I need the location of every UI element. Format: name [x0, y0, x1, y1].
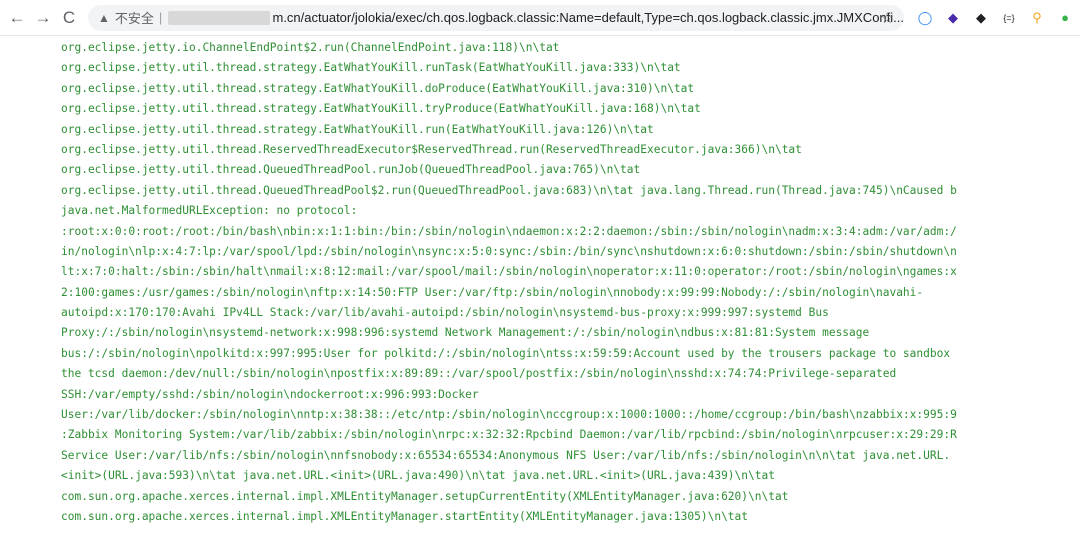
log-line: java.net.MalformedURLException: no proto…	[61, 204, 358, 218]
log-line: org.eclipse.jetty.util.thread.QueuedThre…	[61, 163, 641, 177]
log-line: 2:100:games:/usr/games:/sbin/nologin\nft…	[61, 285, 924, 299]
log-line: org.eclipse.jetty.util.thread.strategy.E…	[61, 81, 695, 95]
log-line: org.eclipse.jetty.util.thread.strategy.E…	[61, 122, 654, 136]
log-line: :Zabbix Monitoring System:/var/lib/zabbi…	[61, 428, 957, 442]
browser-toolbar: ← → C ▲ 不安全 | m.cn/actuator/jolokia/exec…	[0, 0, 1080, 36]
log-line: User:/var/lib/docker:/sbin/nologin\nntp:…	[61, 408, 957, 422]
address-bar[interactable]: ▲ 不安全 | m.cn/actuator/jolokia/exec/ch.qo…	[88, 4, 904, 31]
back-arrow-icon[interactable]: ←	[6, 7, 28, 29]
bookmark-star-icon[interactable]: ☆	[881, 9, 894, 27]
security-status-label[interactable]: 不安全	[115, 8, 154, 27]
log-line: <init>(URL.java:593)\n\tat java.net.URL.…	[61, 469, 775, 483]
pin-extension-icon[interactable]: ⚲	[1026, 7, 1048, 29]
log-line: lt:x:7:0:halt:/sbin:/sbin/halt\nmail:x:8…	[61, 265, 957, 279]
log-line: org.eclipse.jetty.util.thread.strategy.E…	[61, 102, 701, 116]
log-line: org.eclipse.jetty.util.thread.strategy.E…	[61, 61, 681, 75]
log-line: Proxy:/:/sbin/nologin\nsystemd-network:x…	[61, 326, 870, 340]
forward-arrow-icon[interactable]: →	[32, 7, 54, 29]
warning-triangle-icon[interactable]: ▲	[98, 11, 110, 25]
log-line: autoipd:x:170:170:Avahi IPv4LL Stack:/va…	[61, 306, 829, 320]
log-line: Service User:/var/lib/nfs:/sbin/nologin\…	[61, 448, 951, 462]
stack-trace-text: org.eclipse.jetty.io.ChannelEndPoint$2.r…	[61, 38, 1080, 527]
log-line: org.eclipse.jetty.util.thread.QueuedThre…	[61, 183, 957, 197]
diamond-dark-extension-icon[interactable]: ◆	[970, 7, 992, 29]
log-line: com.sun.org.apache.xerces.internal.impl.…	[61, 509, 749, 523]
log-line: bus:/:/sbin/nologin\npolkitd:x:997:995:U…	[61, 346, 951, 360]
ring-extension-icon[interactable]: ◯	[914, 7, 936, 29]
braces-extension-icon[interactable]: {=}	[998, 7, 1020, 29]
url-text[interactable]: m.cn/actuator/jolokia/exec/ch.qos.logbac…	[272, 10, 904, 25]
log-line: :root:x:0:0:root:/root:/bin/bash\nbin:x:…	[61, 224, 957, 238]
redacted-domain	[168, 10, 271, 25]
log-line: org.eclipse.jetty.util.thread.ReservedTh…	[61, 142, 802, 156]
extensions-area: ◯ ◆ ◆ {=} ⚲ ●	[908, 7, 1076, 29]
diamond-extension-icon[interactable]: ◆	[942, 7, 964, 29]
log-line: the tcsd daemon:/dev/null:/sbin/nologin\…	[61, 367, 897, 381]
reload-icon[interactable]: C	[58, 7, 80, 29]
page-content: org.eclipse.jetty.io.ChannelEndPoint$2.r…	[0, 36, 1080, 541]
log-line: in/nologin\nlp:x:4:7:lp:/var/spool/lpd:/…	[61, 244, 957, 258]
url-separator: |	[158, 10, 163, 25]
log-line: com.sun.org.apache.xerces.internal.impl.…	[61, 489, 789, 503]
log-line: org.eclipse.jetty.io.ChannelEndPoint$2.r…	[61, 41, 560, 54]
log-line: SSH:/var/empty/sshd:/sbin/nologin\ndocke…	[61, 387, 479, 401]
leaf-extension-icon[interactable]: ●	[1054, 7, 1076, 29]
